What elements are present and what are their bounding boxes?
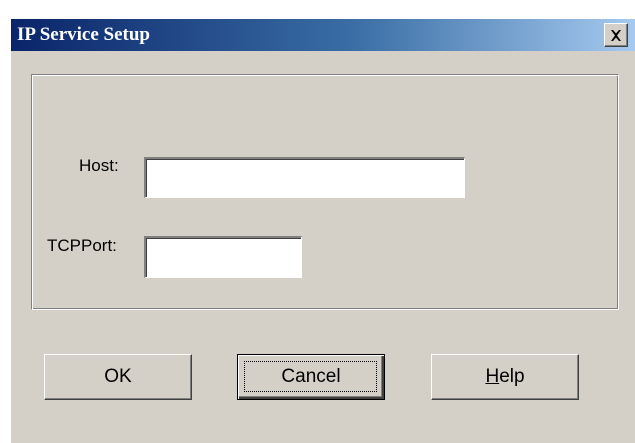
close-x-icon [611, 29, 621, 41]
cancel-button[interactable]: Cancel [237, 354, 385, 400]
tcp-port-input[interactable] [144, 236, 302, 278]
host-input[interactable] [144, 157, 465, 198]
connection-group: Host: TCPPort: [31, 74, 619, 310]
help-button[interactable]: Help [431, 354, 579, 400]
cancel-button-label: Cancel [281, 366, 341, 387]
ok-button[interactable]: OK [44, 354, 192, 400]
tcp-port-label: TCPPort: [47, 236, 117, 255]
window-title: IP Service Setup [17, 24, 150, 45]
ok-button-label: OK [104, 366, 132, 387]
host-label: Host: [79, 156, 119, 175]
help-button-label: Help [485, 366, 525, 387]
ip-service-setup-dialog: IP Service Setup Host: TCPPort: OK Cance… [10, 18, 635, 443]
title-bar[interactable]: IP Service Setup [11, 19, 635, 51]
close-button[interactable] [604, 23, 628, 47]
